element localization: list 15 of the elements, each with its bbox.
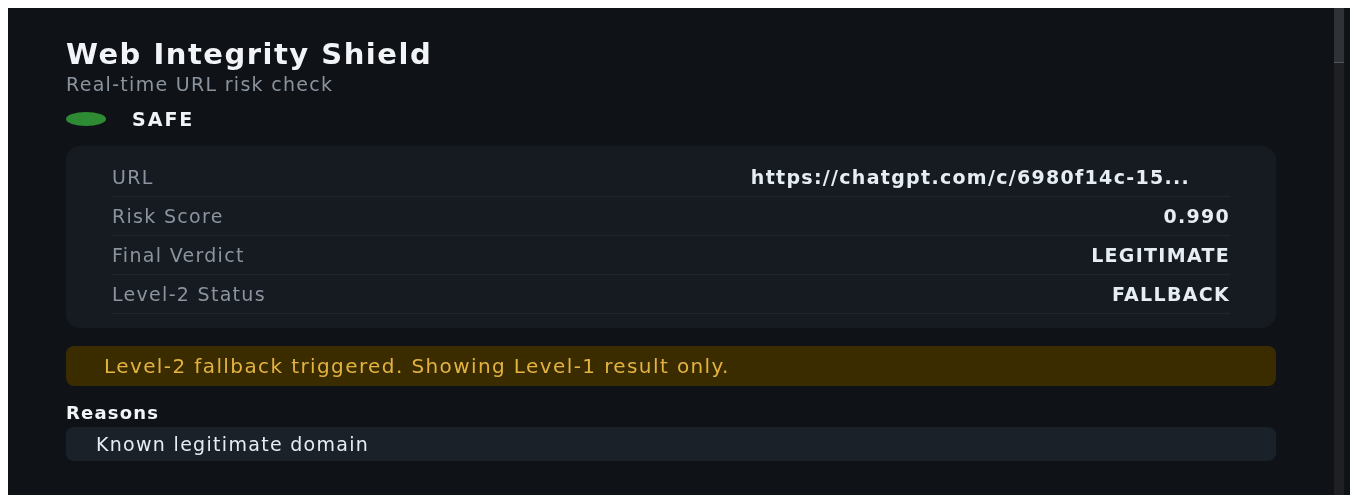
warning-banner: Level-2 fallback triggered. Showing Level-1 result only.	[66, 346, 1276, 386]
detail-value: https://chatgpt.com/c/6980f14c-15...	[750, 166, 1191, 188]
reason-item: Known legitimate domain	[66, 427, 1276, 461]
detail-value: FALLBACK	[1112, 283, 1230, 305]
detail-value: LEGITIMATE	[1091, 244, 1230, 266]
reasons-heading: Reasons	[66, 402, 161, 423]
scrollbar[interactable]	[1334, 8, 1344, 495]
detail-label: URL	[112, 166, 154, 188]
app-title: Web Integrity Shield	[66, 36, 434, 72]
detail-label: Final Verdict	[112, 244, 245, 266]
app-subtitle: Real-time URL risk check	[66, 72, 335, 96]
detail-value: 0.990	[1163, 205, 1230, 227]
detail-label: Risk Score	[112, 205, 224, 227]
status-label: SAFE	[132, 108, 195, 130]
detail-label: Level-2 Status	[112, 283, 266, 305]
